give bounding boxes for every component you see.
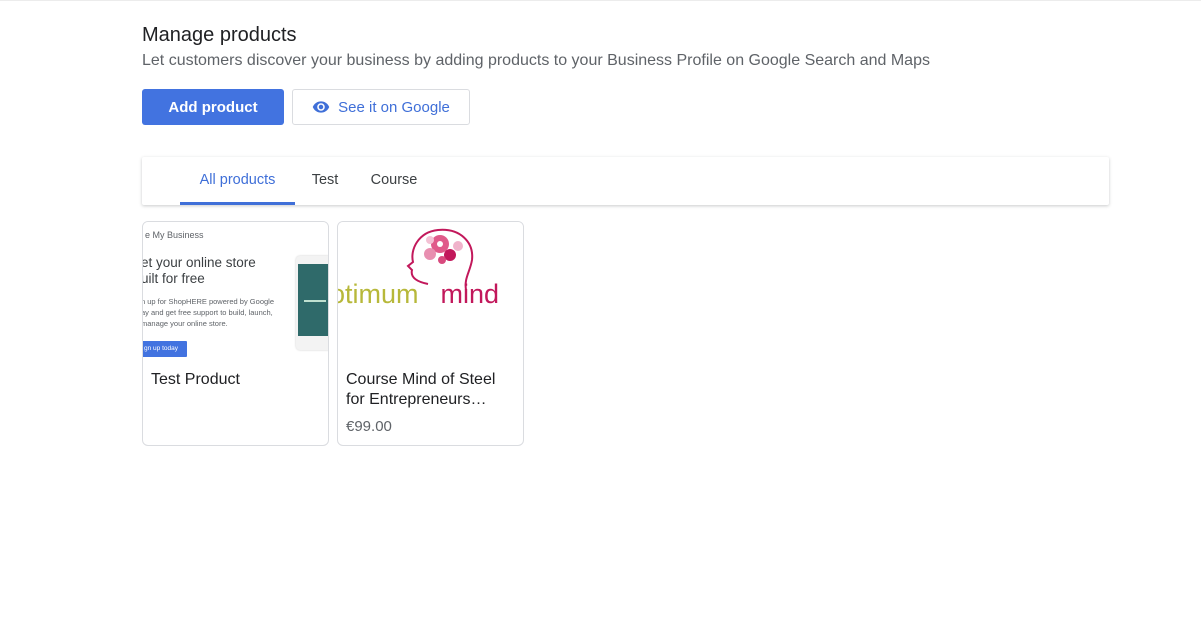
promo-body-text: n up for ShopHERE powered by Google ay a… <box>143 297 274 328</box>
eye-icon <box>312 101 330 113</box>
product-price: €99.00 <box>346 418 392 435</box>
phone-screen-detail <box>304 300 326 302</box>
page-subtitle: Let customers discover your business by … <box>142 52 930 69</box>
see-it-on-google-button[interactable]: See it on Google <box>292 89 470 125</box>
product-card-test-product[interactable]: e My Business et your online store uilt … <box>142 221 329 446</box>
page-title: Manage products <box>142 24 297 46</box>
product-tabs: All products Test Course <box>142 157 1109 205</box>
promo-brand-text: e My Business <box>145 230 204 240</box>
promo-headline: et your online store uilt for free <box>143 255 256 286</box>
top-divider <box>0 0 1201 1</box>
logo-word-left: otimum <box>338 279 419 309</box>
product-name: Test Product <box>151 371 240 388</box>
phone-screen <box>298 264 328 336</box>
product-name: Course Mind of Steel for Entrepreneurs C… <box>346 371 496 408</box>
logo-wordmark: otimum mind <box>338 279 499 310</box>
tab-course[interactable]: Course <box>362 157 426 205</box>
logo-word-right: mind <box>440 279 500 309</box>
tab-all-products[interactable]: All products <box>180 157 295 205</box>
see-it-on-google-label: See it on Google <box>338 98 450 116</box>
tab-test[interactable]: Test <box>302 157 348 205</box>
add-product-button[interactable]: Add product <box>142 89 284 125</box>
product-thumbnail: otimum mind <box>338 222 523 358</box>
product-card-course-mind-of-steel[interactable]: otimum mind Course Mind of Steel for Entr… <box>337 221 524 446</box>
phone-mockup-image <box>296 256 328 350</box>
product-thumbnail: e My Business et your online store uilt … <box>143 222 328 358</box>
promo-signup-badge: gn up today <box>143 341 187 357</box>
